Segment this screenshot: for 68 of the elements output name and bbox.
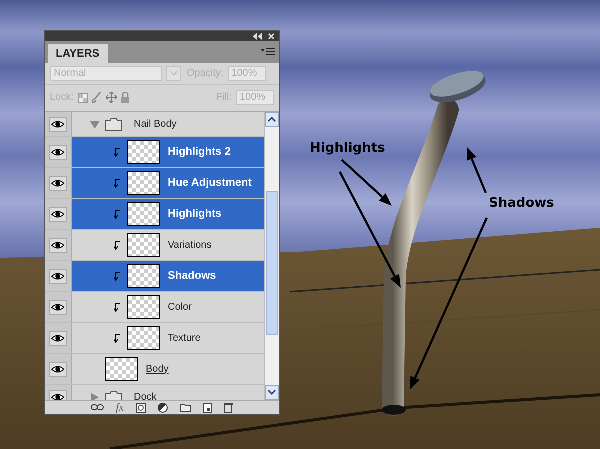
eye-icon[interactable] (51, 178, 65, 188)
link-icon[interactable] (91, 404, 104, 411)
checker-icon[interactable] (78, 92, 88, 102)
layer-thumbnail (127, 171, 160, 195)
layer-thumbnail (127, 140, 160, 164)
layer-thumbnail (127, 326, 160, 350)
eye-icon[interactable] (51, 120, 65, 128)
panel-menu-icon[interactable] (261, 48, 275, 56)
layer-group-row[interactable]: Nail Body (45, 112, 264, 137)
half-circle-icon[interactable] (158, 402, 168, 412)
layer-thumbnail (127, 233, 160, 257)
layer-name: Nail Body (134, 118, 177, 130)
layer-name: Highlights 2 (168, 146, 231, 158)
eye-icon[interactable] (51, 392, 65, 400)
annotation-label: Highlights (310, 141, 386, 156)
chevron-up-icon (268, 117, 276, 122)
clipping-arrow-icon (114, 178, 121, 188)
layer-row[interactable]: Variations (45, 230, 264, 261)
clipping-arrow-icon (114, 240, 121, 250)
eye-icon[interactable] (51, 240, 65, 250)
scroll-down-button[interactable] (265, 385, 279, 400)
layer-thumbnail (105, 357, 138, 381)
layer-name: Body (146, 364, 169, 374)
chevron-down-icon (268, 390, 276, 395)
clipping-arrow-icon (114, 334, 121, 342)
clipping-arrow-icon (114, 272, 121, 280)
layers-tab[interactable]: LAYERS (48, 44, 108, 63)
scrollbar-thumb[interactable] (266, 191, 278, 335)
new-layer-icon[interactable] (202, 402, 212, 412)
clipping-arrow-icon (114, 148, 121, 156)
layer-row[interactable]: Texture (45, 323, 264, 354)
layer-thumbnail (127, 264, 160, 288)
layer-name: Shadows (168, 270, 216, 282)
eye-icon[interactable] (51, 210, 65, 218)
scroll-up-button[interactable] (265, 112, 279, 127)
folder-icon (105, 390, 122, 400)
layer-thumbnail (127, 202, 160, 226)
clipping-arrow-icon (114, 210, 121, 218)
layer-thumbnail (127, 295, 160, 319)
effects-button[interactable]: fx (116, 402, 124, 414)
chevron-down-icon (170, 71, 178, 76)
eye-icon[interactable] (51, 334, 65, 342)
layer-name: Hue Adjustment (168, 177, 252, 189)
layer-row[interactable]: Highlights 2 (45, 137, 264, 168)
layer-name: Texture (168, 332, 201, 344)
layer-row[interactable]: Shadows (45, 261, 264, 292)
folder-icon (105, 118, 122, 130)
layer-row[interactable]: Hue Adjustment (45, 168, 264, 199)
collapse-icon[interactable] (253, 32, 262, 40)
clipping-arrow-icon (114, 302, 121, 312)
eye-icon[interactable] (51, 364, 65, 374)
annotation-arrow (467, 147, 488, 194)
mask-icon[interactable] (136, 402, 146, 412)
folder-icon[interactable] (180, 403, 191, 412)
annotation-label: Shadows (489, 196, 554, 211)
move-icon[interactable] (106, 92, 117, 103)
layer-name: Variations (168, 240, 212, 250)
close-icon[interactable] (268, 32, 275, 40)
layer-row[interactable]: Color (45, 292, 264, 323)
layer-name: Color (168, 302, 192, 312)
eye-icon[interactable] (51, 302, 65, 312)
eye-icon[interactable] (51, 148, 65, 156)
layer-row[interactable]: Highlights (45, 199, 264, 230)
layer-row[interactable]: Body (45, 354, 264, 385)
trash-icon[interactable] (224, 402, 233, 413)
eye-icon[interactable] (51, 272, 65, 280)
layer-name: Dock (134, 392, 157, 400)
layer-name: Highlights (168, 208, 222, 220)
